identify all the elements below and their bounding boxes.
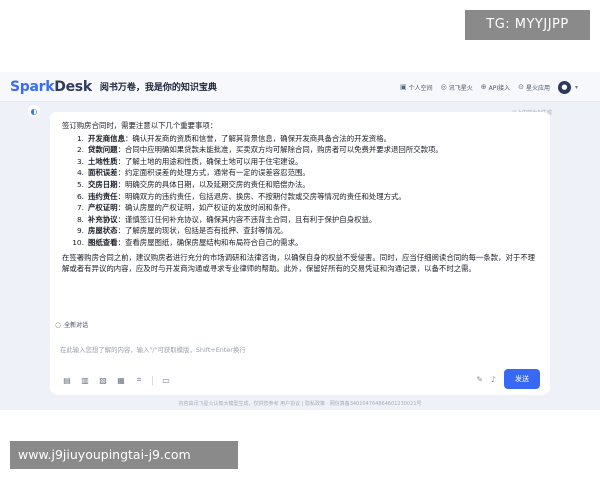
answer-list: 1. 开发商信息：确认开发商的资质和信誉，了解其背景信息，确保开发商具备合法的开发… (62, 133, 540, 249)
list-item: 9. 房屋状态：了解房屋的现状，包括是否有抵押、查封等情况。 (70, 225, 540, 237)
new-chat-button[interactable]: ◌ 全新对话 (55, 320, 89, 330)
nav-api[interactable]: ⊕ API接入 (481, 83, 510, 92)
list-item: 6. 违约责任：明确双方的违约责任，包括退房、换房、不按期付款或交房等情况的责任和… (70, 191, 540, 203)
spark-icon: ◎ (440, 83, 447, 91)
nav-label: 讯飞星火 (448, 84, 473, 92)
composer-tools: ▤ ▥ ▧ ▦ ⌗ ▭ (62, 375, 171, 385)
item-term: 土地性质 (88, 156, 118, 166)
composer-actions: ✎ ♪ 发送 (476, 369, 540, 389)
item-term: 房屋状态 (88, 226, 118, 236)
screenshot-frame: TG: MYYJJPP SparkDesk 阅书万卷，我是你的知识宝典 ▣ 个人… (0, 0, 600, 480)
top-bar: SparkDesk 阅书万卷，我是你的知识宝典 ▣ 个人空间 ◎ 讯飞星火 ⊕ … (0, 72, 600, 102)
url-watermark: www.j9jiuyoupingtai-j9.com (10, 441, 238, 469)
item-term: 面积误差 (88, 168, 118, 178)
item-text: ：明确双方的违约责任，包括退房、换房、不按期付款或交房等情况的责任和处理方式。 (117, 191, 406, 201)
nav-label: API接入 (488, 84, 511, 92)
item-number: 5. (76, 179, 84, 189)
item-text: ：了解房屋的现状，包括是否有抵押、查封等情况。 (117, 226, 288, 236)
chevron-down-icon: ▾ (574, 83, 578, 91)
brand-suffix: Desk (54, 78, 92, 95)
nav-spark[interactable]: ◎ 讯飞星火 (441, 83, 473, 92)
brand-logo[interactable]: SparkDesk (10, 79, 92, 95)
item-text: ：查看房屋图纸，确保房屋结构和布局符合自己的需求。 (117, 237, 303, 247)
nav-personal-space[interactable]: ▣ 个人空间 (400, 83, 433, 92)
item-number: 3. (76, 156, 84, 166)
item-number: 6. (76, 191, 84, 201)
user-avatar-icon: ● (557, 80, 571, 94)
item-term: 产权证明 (88, 203, 118, 213)
item-term: 交房日期 (88, 179, 118, 189)
item-number: 2. (76, 145, 84, 155)
item-text: ：了解土地的用途和性质，确保土地可以用于住宅建设。 (117, 156, 303, 166)
doc-icon[interactable]: ▤ (62, 375, 72, 385)
api-icon: ⊕ (480, 83, 487, 91)
item-term: 补充协议 (88, 214, 118, 224)
item-text: ：合同中应明确如果贷款未能批准，买卖双方均可解除合同，购房者可以免费并要求退回所… (117, 145, 443, 155)
item-number: 7. (76, 203, 84, 213)
tg-watermark: TG: MYYJJPP (465, 10, 590, 40)
nav-label: 个人空间 (408, 84, 433, 92)
microphone-icon[interactable]: ♪ (491, 375, 496, 384)
brand-prefix: Spark (10, 78, 55, 95)
new-chat-label: 全新对话 (64, 322, 89, 329)
list-item: 3. 土地性质：了解土地的用途和性质，确保土地可以用于住宅建设。 (70, 156, 540, 168)
prompt-input[interactable] (60, 343, 540, 357)
screenshot-icon[interactable]: ▦ (116, 375, 126, 385)
footer-disclaimer: 内容由讯飞星火认知大模型生成，仅供您参考 用户协议 | 隐私政策 · 网信算备3… (178, 401, 422, 407)
answer-intro: 签订购房合同时，需要注意以下几个重要事项： (62, 121, 218, 130)
user-menu[interactable]: ● ▾ (557, 80, 578, 94)
item-term: 贷款问题 (88, 145, 118, 155)
file-icon[interactable]: ▥ (80, 375, 90, 385)
assistant-logo-icon: ◐ (28, 105, 40, 117)
item-term: 违约责任 (88, 191, 118, 201)
list-item: 5. 交房日期：明确交房的具体日期，以及延期交房的责任和赔偿办法。 (70, 179, 540, 191)
composer: ▤ ▥ ▧ ▦ ⌗ ▭ ✎ ♪ 发送 (50, 335, 550, 395)
item-text: ：确认房屋的产权证明，如产权证的发放时间和条件。 (117, 203, 295, 213)
top-nav: ▣ 个人空间 ◎ 讯飞星火 ⊕ API接入 ⊙ 星火应用 ● ▾ (400, 72, 578, 102)
item-number: 10. (72, 237, 84, 247)
clear-icon[interactable]: ✎ (476, 375, 483, 384)
item-number: 8. (76, 214, 84, 224)
chat-bubble-icon: ◌ (55, 320, 62, 329)
answer-summary: 在签署购房合同之前，建议购房者进行充分的市场调研和法律咨询，以确保自身的权益不受… (62, 252, 536, 274)
item-number: 1. (76, 133, 84, 143)
list-item: 1. 开发商信息：确认开发商的资质和信誉，了解其背景信息，确保开发商具备合法的开发… (70, 133, 540, 145)
item-text: ：约定面积误差的处理方式，通常有一定的误差容忍范围。 (117, 168, 310, 178)
tool-divider (152, 375, 153, 385)
slogan: 阅书万卷，我是你的知识宝典 (99, 83, 217, 93)
assistant-answer: 签订购房合同时，需要注意以下几个重要事项： 1. 开发商信息：确认开发商的资质和信… (50, 112, 550, 347)
item-text: ：谨慎签订任何补充协议，确保其内容不违背主合同，且有利于保护自身权益。 (117, 214, 377, 224)
item-number: 4. (76, 168, 84, 178)
item-term: 开发商信息 (88, 133, 125, 143)
item-text: ：明确交房的具体日期，以及延期交房的责任和赔偿办法。 (117, 179, 310, 189)
list-item: 8. 补充协议：谨慎签订任何补充协议，确保其内容不违背主合同，且有利于保护自身权益… (70, 214, 540, 226)
person-space-icon: ▣ (399, 83, 407, 91)
item-text: ：确认开发商的资质和信誉，了解其背景信息，确保开发商具备合法的开发资格。 (124, 133, 392, 143)
nav-label: 星火应用 (525, 84, 550, 92)
list-item: 4. 面积误差：约定面积误差的处理方式，通常有一定的误差容忍范围。 (70, 167, 540, 179)
send-button[interactable]: 发送 (504, 369, 540, 389)
folder-icon[interactable]: ▭ (161, 375, 171, 385)
item-number: 9. (76, 226, 84, 236)
item-term: 图纸查看 (88, 237, 118, 247)
image-icon[interactable]: ▧ (98, 375, 108, 385)
sparkdesk-app: SparkDesk 阅书万卷，我是你的知识宝典 ▣ 个人空间 ◎ 讯飞星火 ⊕ … (0, 72, 600, 410)
list-item: 2. 贷款问题：合同中应明确如果贷款未能批准，买卖双方均可解除合同，购房者可以免费… (70, 144, 540, 156)
scan-icon[interactable]: ⌗ (134, 375, 144, 385)
list-item: 7. 产权证明：确认房屋的产权证明，如产权证的发放时间和条件。 (70, 202, 540, 214)
nav-apps[interactable]: ⊙ 星火应用 (518, 83, 550, 92)
apps-icon: ⊙ (518, 83, 524, 91)
list-item: 10. 图纸查看：查看房屋图纸，确保房屋结构和布局符合自己的需求。 (70, 237, 540, 249)
